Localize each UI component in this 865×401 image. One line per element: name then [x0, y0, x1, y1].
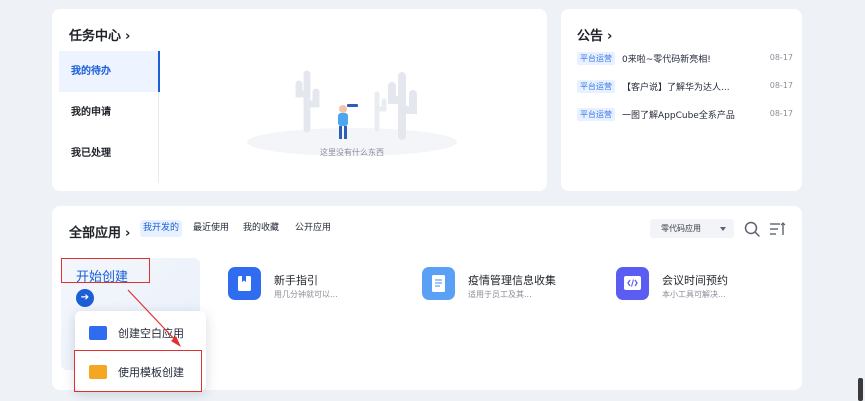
- tab-processed[interactable]: 我已处理: [59, 133, 159, 174]
- create-blank-app-item[interactable]: 创建空白应用: [75, 315, 206, 349]
- scrollbar[interactable]: [858, 378, 863, 401]
- announcement-card: 公告 › 平台运营 0来啦~零代码新亮相! 08-17 平台运营 【客户说】了解华…: [561, 9, 802, 191]
- tab-favorites[interactable]: 我的收藏: [243, 220, 279, 237]
- caret-down-icon: [720, 227, 726, 231]
- notice-date: 08-17: [769, 109, 793, 118]
- blank-app-icon: [89, 326, 107, 340]
- tab-my-applications[interactable]: 我的申请: [59, 92, 159, 133]
- task-center-title[interactable]: 任务中心 ›: [69, 25, 130, 44]
- tab-public[interactable]: 公开应用: [295, 220, 331, 237]
- app-name: 疫情管理信息收集: [468, 274, 556, 287]
- notice-date: 08-17: [769, 81, 793, 90]
- app-desc: 本小工具可解决...: [662, 290, 726, 299]
- app-desc: 适用于员工及其...: [468, 290, 532, 299]
- announcement-item[interactable]: 平台运营 【客户说】了解华为达人... 08-17: [577, 79, 793, 95]
- app-item[interactable]: 新手指引 用几分钟就可以...: [228, 267, 388, 305]
- empty-illustration: [247, 70, 457, 156]
- notice-tag: 平台运营: [577, 108, 615, 121]
- search-icon[interactable]: [743, 220, 761, 238]
- highlight-box-template: [74, 350, 202, 392]
- task-center-card: 任务中心 › 我的待办 我的申请 我已处理 这里没有什么东西: [52, 9, 547, 191]
- tab-recent[interactable]: 最近使用: [193, 220, 229, 237]
- chevron-right-icon: ›: [125, 29, 131, 44]
- task-tabs: 我的待办 我的申请 我已处理: [59, 51, 160, 183]
- tab-my-developed[interactable]: 我开发的: [140, 220, 183, 237]
- notice-text: 【客户说】了解华为达人...: [622, 83, 730, 93]
- app-name: 会议时间预约: [662, 274, 728, 287]
- app-desc: 用几分钟就可以...: [274, 290, 338, 299]
- sort-icon[interactable]: [768, 220, 786, 238]
- notice-date: 08-17: [769, 53, 793, 62]
- announcement-title[interactable]: 公告 ›: [577, 25, 612, 44]
- notice-tag: 平台运营: [577, 52, 615, 65]
- code-icon: [616, 267, 649, 300]
- book-icon: [228, 267, 261, 300]
- app-item[interactable]: 会议时间预约 本小工具可解决...: [616, 267, 776, 305]
- arrow-right-icon[interactable]: ➔: [76, 289, 94, 307]
- chevron-right-icon: ›: [125, 226, 131, 241]
- document-icon: [422, 267, 455, 300]
- announcement-item[interactable]: 平台运营 一图了解AppCube全系产品 08-17: [577, 107, 793, 123]
- apps-title[interactable]: 全部应用 ›: [69, 222, 130, 241]
- app-name: 新手指引: [274, 274, 318, 287]
- notice-tag: 平台运营: [577, 80, 615, 93]
- chevron-right-icon: ›: [607, 29, 613, 44]
- app-item[interactable]: 疫情管理信息收集 适用于员工及其...: [422, 267, 582, 305]
- announcement-item[interactable]: 平台运营 0来啦~零代码新亮相! 08-17: [577, 51, 793, 67]
- empty-text: 这里没有什么东西: [320, 148, 384, 157]
- highlight-box-start: [61, 258, 150, 283]
- notice-text: 一图了解AppCube全系产品: [622, 111, 735, 121]
- notice-text: 0来啦~零代码新亮相!: [622, 55, 711, 65]
- app-type-select[interactable]: 零代码应用: [650, 219, 734, 238]
- tab-my-todo[interactable]: 我的待办: [59, 51, 160, 92]
